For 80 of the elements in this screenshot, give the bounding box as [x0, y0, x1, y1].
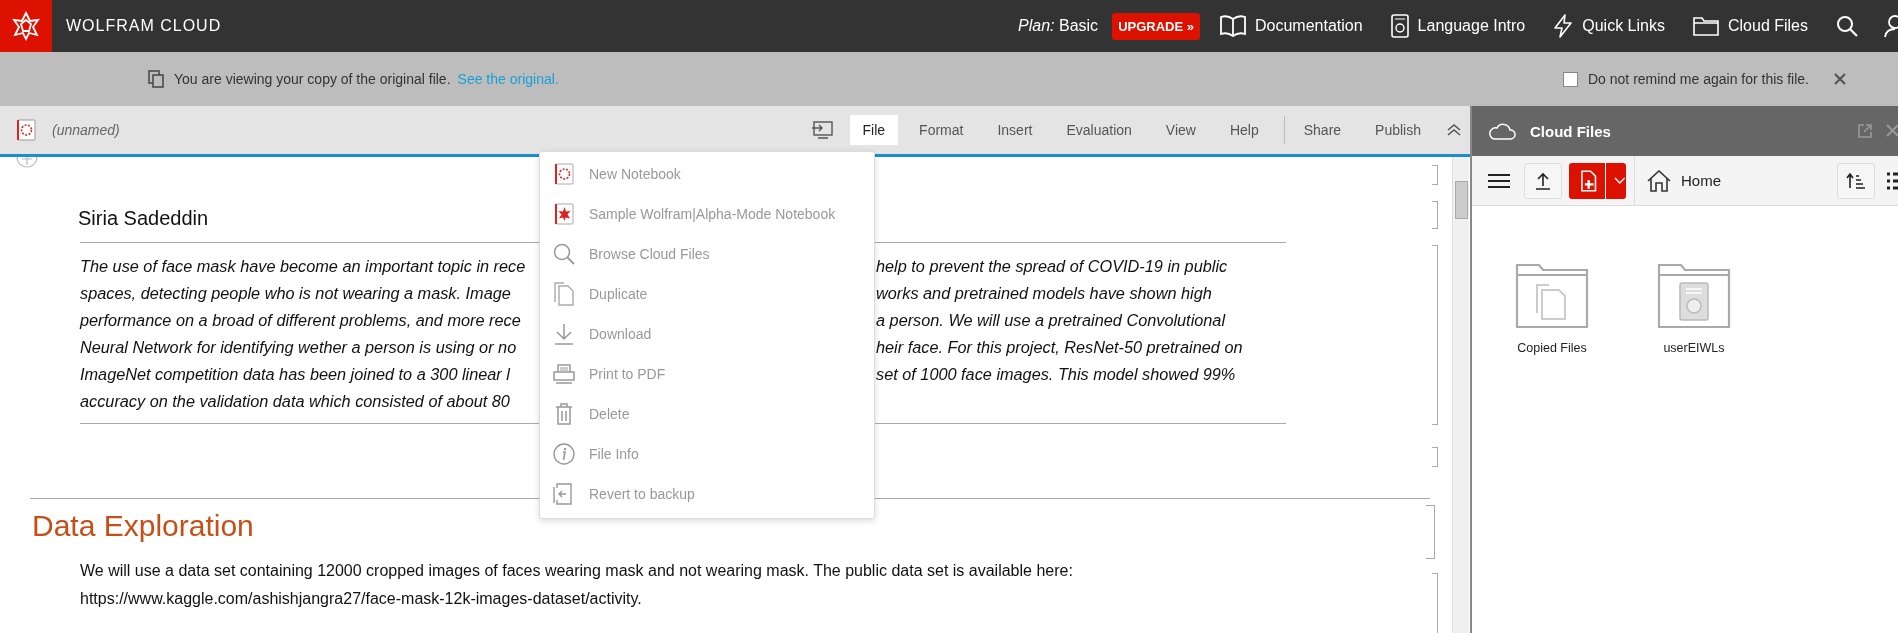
folder-document-icon	[1657, 263, 1731, 329]
header-link[interactable]: Language Intro	[1390, 14, 1526, 38]
abstract-text: Neural Network for identifying wether a person is using or no	[80, 338, 517, 356]
search-icon	[553, 243, 575, 265]
folder-icon	[1692, 16, 1719, 36]
upgrade-button[interactable]: UPGRADE »	[1112, 12, 1200, 40]
menu-tab[interactable]: Insert	[984, 115, 1046, 145]
menu-tab[interactable]: Evaluation	[1053, 115, 1145, 145]
toolbar-button[interactable]: Publish	[1362, 115, 1434, 145]
star-notebook-icon	[553, 203, 575, 225]
collapse-icon[interactable]	[1446, 123, 1462, 137]
folder-copies-icon	[1515, 263, 1589, 329]
book-icon	[1220, 15, 1246, 37]
document-icon	[1390, 14, 1409, 38]
abstract-text: performance on a broad of different problems, and more rece	[80, 311, 521, 329]
caret-icon	[1614, 176, 1626, 185]
cell-bracket	[1432, 573, 1438, 633]
upload-button[interactable]	[1524, 162, 1562, 199]
toolbar-button[interactable]: Share	[1290, 115, 1355, 145]
scrollbar[interactable]	[1452, 157, 1469, 633]
notice-text: You are viewing your copy of the original file.	[174, 71, 451, 87]
grid-view-icon[interactable]	[1887, 171, 1898, 190]
abstract-text: heir face. For this project, ResNet-50 pretrained on	[876, 337, 1243, 358]
breadcrumb-home[interactable]: Home	[1681, 172, 1721, 189]
cell-bracket	[1426, 505, 1435, 559]
notebook-icon[interactable]	[16, 119, 36, 141]
cloud-icon	[1488, 122, 1516, 140]
add-cell-icon[interactable]	[16, 157, 38, 171]
menu-icon[interactable]	[1488, 172, 1510, 189]
plan-label: Plan: Basic	[1018, 17, 1099, 35]
folder-item[interactable]: Copied Files	[1512, 263, 1592, 355]
cell-bracket	[1432, 165, 1438, 185]
home-icon[interactable]	[1647, 169, 1671, 192]
folder-item[interactable]: userEIWLs	[1654, 263, 1734, 355]
menu-tab[interactable]: Help	[1216, 115, 1272, 145]
abstract-text: ImageNet competition data has been joined to a 300 linear l	[80, 365, 510, 383]
section-heading: Data Exploration	[32, 509, 254, 543]
menu-tab[interactable]: View	[1152, 115, 1209, 145]
scrollbar-thumb[interactable]	[1455, 181, 1468, 219]
copy-icon	[148, 70, 164, 88]
user-icon[interactable]	[1884, 14, 1898, 38]
abstract-text: spaces, detecting people who is not wearing a mask. Image	[80, 284, 511, 302]
notebook-icon	[553, 163, 575, 185]
header-link[interactable]: Cloud Files	[1692, 16, 1808, 36]
remind-label: Do not remind me again for this file.	[1588, 71, 1809, 87]
menu-tab[interactable]: Format	[906, 115, 977, 145]
lightning-icon	[1553, 14, 1574, 38]
cell-bracket	[1432, 447, 1438, 467]
present-icon[interactable]	[811, 120, 834, 140]
search-icon[interactable]	[1836, 15, 1858, 37]
abstract-text: The use of face mask have become an important topic in rece	[80, 257, 526, 275]
abstract-text: help to prevent the spread of COVID-19 in public	[876, 256, 1228, 277]
trash-icon	[553, 403, 575, 425]
abstract-text: works and pretrained models have shown high	[876, 283, 1212, 304]
panel-title: Cloud Files	[1530, 122, 1611, 140]
author-name: Siria Sadeddin	[78, 207, 209, 230]
new-file-icon	[1580, 169, 1598, 192]
header-link[interactable]: Quick Links	[1553, 14, 1665, 38]
upload-icon	[1535, 171, 1551, 190]
remind-checkbox[interactable]	[1563, 71, 1578, 87]
sort-button[interactable]	[1837, 162, 1875, 199]
printer-icon	[553, 364, 575, 384]
wolfram-logo-icon[interactable]	[0, 0, 52, 52]
brand-name[interactable]: WOLFRAM CLOUD	[66, 17, 222, 35]
body-text: https://www.kaggle.com/ashishjangra27/face-mask-12k-images-dataset/activity.	[80, 589, 643, 609]
new-file-button[interactable]	[1569, 162, 1626, 199]
abstract-text: set of 1000 face images. This model showed 99%	[876, 364, 1236, 385]
menu-tab[interactable]: File	[849, 115, 899, 145]
download-icon	[553, 323, 575, 345]
body-text: We will use a data set containing 12000 cropped images of faces wearing mask and not wearing mask. The public data set is available here:	[80, 561, 1074, 581]
info-icon	[553, 443, 575, 465]
header-link[interactable]: Documentation	[1220, 15, 1363, 37]
revert-icon	[553, 483, 575, 505]
abstract-text: accuracy on the validation data which consisted of about 80	[80, 392, 510, 410]
sort-icon	[1846, 172, 1866, 189]
cell-bracket	[1432, 201, 1438, 229]
notebook-title[interactable]: (unnamed)	[52, 122, 120, 138]
close-icon[interactable]	[1833, 72, 1847, 86]
duplicate-icon	[553, 282, 575, 306]
abstract-text: a person. We will use a pretrained Convolutional	[876, 310, 1226, 331]
